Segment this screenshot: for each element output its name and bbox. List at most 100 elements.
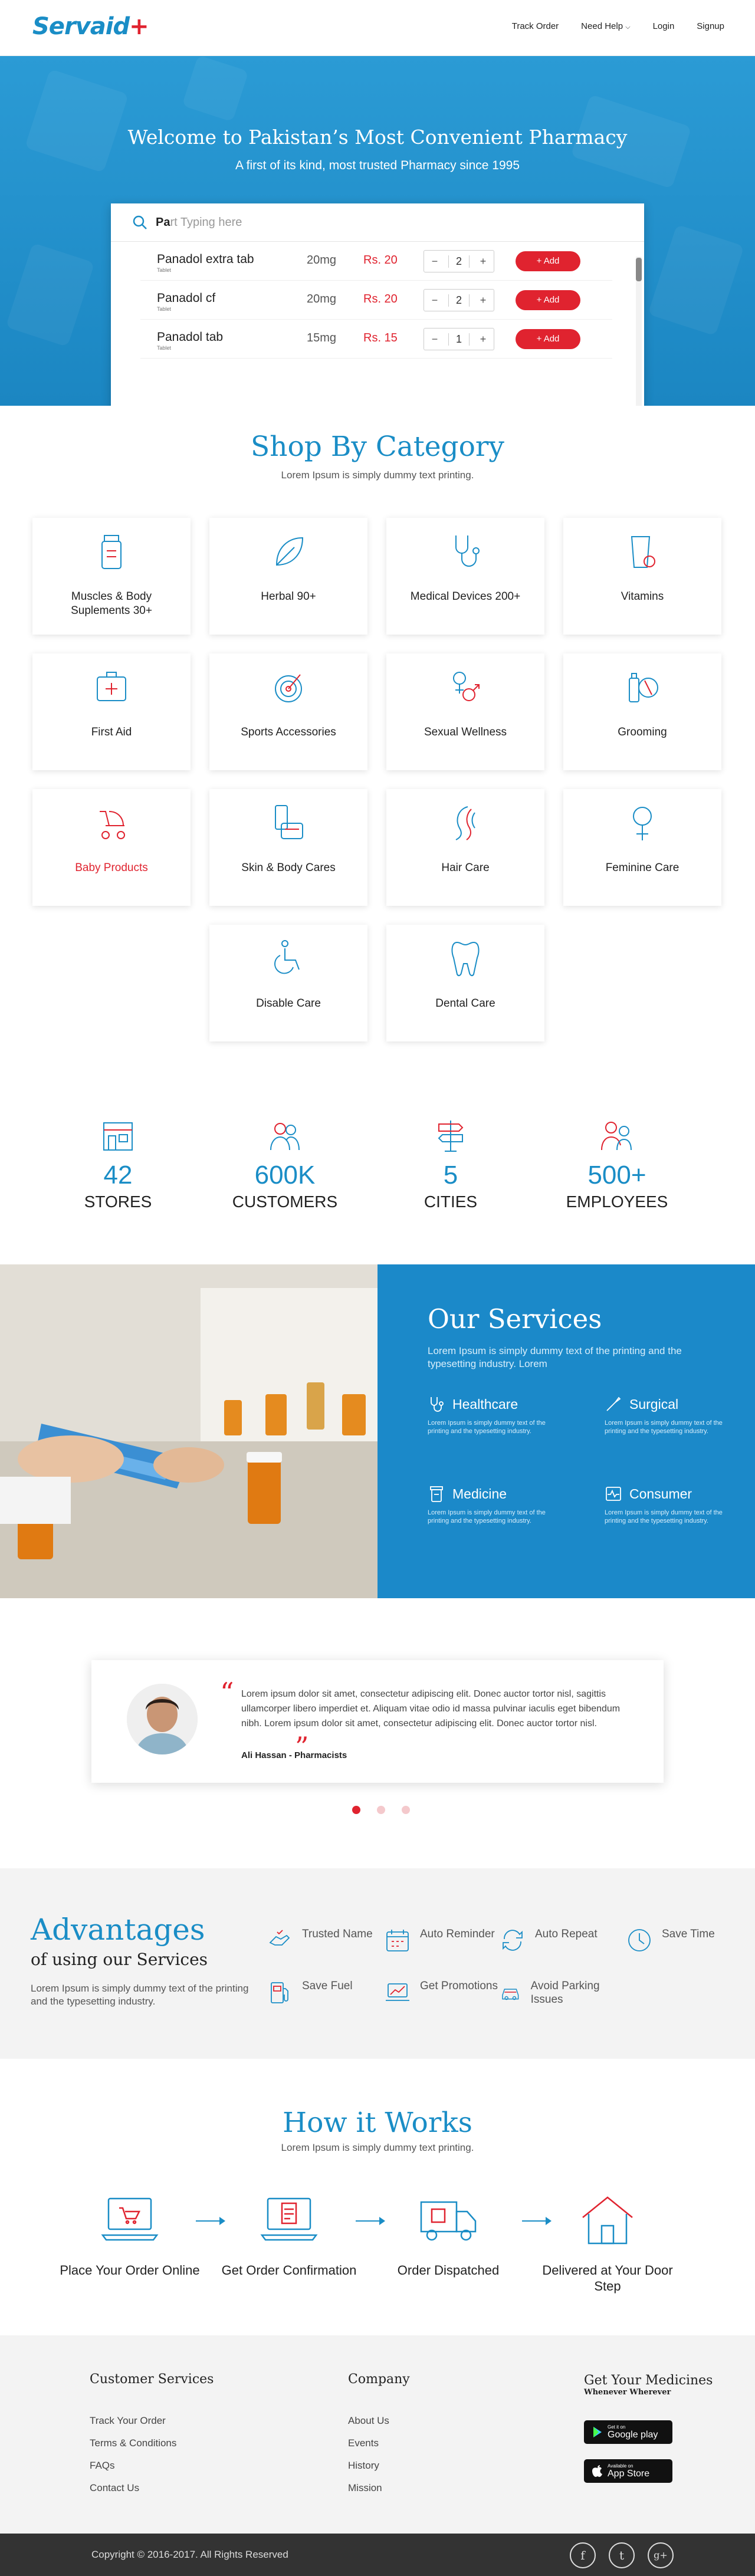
- footer-link-about[interactable]: About Us: [348, 2415, 410, 2427]
- search-result-row[interactable]: Panadol tab Tablet 15mg Rs. 15 −1 + + Add: [140, 320, 612, 359]
- search-result-row[interactable]: Panadol cf Tablet 20mg Rs. 20 −2 + + Add: [140, 281, 612, 320]
- laptop-cart-icon: [101, 2197, 159, 2241]
- first-aid-kit-icon: [97, 672, 126, 701]
- service-consumer[interactable]: Consumer Lorem Ipsum is simply dummy tex…: [605, 1485, 740, 1525]
- plus-button[interactable]: +: [472, 255, 494, 268]
- category-label: Sexual Wellness: [424, 726, 507, 738]
- footer-link-contact[interactable]: Contact Us: [90, 2482, 214, 2494]
- quantity-value[interactable]: 1: [448, 333, 470, 346]
- category-card-first-aid[interactable]: First Aid: [32, 653, 191, 770]
- category-label: Herbal 90+: [261, 590, 316, 603]
- site-header: Servaid+ Track Order Need Help ⌵ Login S…: [0, 0, 755, 56]
- quantity-value[interactable]: 2: [448, 255, 470, 268]
- hero-subtitle: A first of its kind, most trusted Pharma…: [235, 159, 520, 172]
- add-to-cart-button[interactable]: + Add: [516, 329, 580, 349]
- result-strength: 20mg: [307, 254, 337, 267]
- badge-big-text: Google play: [608, 2430, 658, 2440]
- advantages-desc: Lorem Ipsum is simply dummy text of the …: [31, 1983, 249, 2007]
- add-to-cart-button[interactable]: + Add: [516, 251, 580, 271]
- plus-button[interactable]: +: [472, 294, 494, 307]
- carousel-dot[interactable]: [377, 1806, 385, 1814]
- footer-link-history[interactable]: History: [348, 2460, 410, 2472]
- category-card-baby-products[interactable]: Baby Products: [32, 789, 191, 906]
- category-card-dental-care[interactable]: Dental Care: [386, 925, 544, 1041]
- fuel-pump-icon: [271, 1982, 288, 2003]
- carousel-dot[interactable]: [402, 1806, 410, 1814]
- footer-link-terms[interactable]: Terms & Conditions: [90, 2437, 214, 2449]
- carousel-dot[interactable]: [352, 1806, 360, 1814]
- category-card-feminine[interactable]: Feminine Care: [563, 789, 721, 906]
- category-card-sports[interactable]: Sports Accessories: [209, 653, 367, 770]
- result-type: Tablet: [157, 306, 172, 312]
- category-label: Skin & Body Cares: [241, 862, 336, 874]
- minus-button[interactable]: −: [424, 333, 445, 346]
- category-label: Hair Care: [441, 862, 490, 874]
- advantage-auto-repeat: Auto Repeat: [500, 1927, 618, 1953]
- nav-login[interactable]: Login: [653, 21, 675, 31]
- site-logo[interactable]: Servaid+: [32, 13, 149, 40]
- category-label: Muscles & Body Suplements 30+: [71, 590, 152, 617]
- nav-need-help[interactable]: Need Help ⌵: [581, 21, 630, 31]
- category-card-disable-care[interactable]: Disable Care: [209, 925, 367, 1041]
- result-type: Tablet: [157, 267, 172, 273]
- app-store-badge[interactable]: Available on App Store: [584, 2459, 672, 2483]
- quantity-value[interactable]: 2: [448, 294, 470, 307]
- search-input[interactable]: Part Typing here: [111, 203, 644, 242]
- footer-link-faqs[interactable]: FAQs: [90, 2460, 214, 2472]
- twitter-icon[interactable]: t: [609, 2542, 635, 2568]
- category-card-supplements[interactable]: Muscles & Body Suplements 30+: [32, 518, 191, 635]
- category-label: Sports Accessories: [241, 726, 336, 738]
- google-plus-icon[interactable]: g+: [648, 2542, 674, 2568]
- advantage-label: Auto Reminder: [420, 1928, 495, 1940]
- category-card-medical-devices[interactable]: Medical Devices 200+: [386, 518, 544, 635]
- stat-customers: 600K CUSTOMERS: [214, 1117, 356, 1211]
- result-name: Panadol cf: [157, 291, 216, 305]
- footer-link-track-order[interactable]: Track Your Order: [90, 2415, 214, 2427]
- category-label: Feminine Care: [605, 862, 680, 874]
- service-desc: Lorem Ipsum is simply dummy text of the …: [428, 1420, 546, 1435]
- category-label: Grooming: [618, 726, 667, 738]
- advantage-avoid-parking: Avoid Parking Issues: [500, 1979, 618, 2006]
- nav-signup[interactable]: Signup: [697, 21, 724, 31]
- minus-button[interactable]: −: [424, 294, 445, 307]
- car-icon: [502, 1989, 519, 2000]
- google-play-badge[interactable]: Get it on Google play: [584, 2420, 672, 2444]
- minus-button[interactable]: −: [424, 255, 445, 268]
- badge-small-text: Available on: [608, 2463, 633, 2469]
- category-label: Vitamins: [621, 590, 664, 603]
- category-card-sexual-wellness[interactable]: Sexual Wellness: [386, 653, 544, 770]
- footer-apps: Get Your Medicines Whenever Wherever Get…: [584, 2373, 713, 2498]
- service-surgical[interactable]: Surgical Lorem Ipsum is simply dummy tex…: [605, 1395, 740, 1435]
- category-card-grooming[interactable]: Grooming: [563, 653, 721, 770]
- footer-heading: Company: [348, 2372, 410, 2387]
- category-card-vitamins[interactable]: Vitamins: [563, 518, 721, 635]
- results-scroll-thumb[interactable]: [636, 258, 642, 281]
- footer-company: Company About Us Events History Mission: [348, 2372, 410, 2505]
- add-to-cart-button[interactable]: + Add: [516, 290, 580, 310]
- testimonial-text: Lorem ipsum dolor sit amet, consectetur …: [241, 1689, 621, 1729]
- search-result-row[interactable]: Panadol extra tab Tablet 20mg Rs. 20 −2 +…: [140, 242, 612, 281]
- category-label: Disable Care: [256, 997, 321, 1010]
- service-medicine[interactable]: Medicine Lorem Ipsum is simply dummy tex…: [428, 1485, 563, 1525]
- step-delivered: Delivered at Your Door Step: [537, 2194, 678, 2294]
- category-card-hair-care[interactable]: Hair Care: [386, 789, 544, 906]
- category-card-skin-body[interactable]: Skin & Body Cares: [209, 789, 367, 906]
- category-card-herbal[interactable]: Herbal 90+: [209, 518, 367, 635]
- nav-track-order[interactable]: Track Order: [512, 21, 559, 31]
- service-healthcare[interactable]: Healthcare Lorem Ipsum is simply dummy t…: [428, 1395, 563, 1435]
- result-price: Rs. 20: [363, 293, 398, 305]
- quantity-stepper: −2 +: [424, 250, 494, 272]
- footer-link-mission[interactable]: Mission: [348, 2482, 410, 2494]
- pulse-chart-icon: [606, 1487, 621, 1501]
- facebook-icon[interactable]: f: [570, 2542, 596, 2568]
- services-section: Our Services Lorem Ipsum is simply dummy…: [0, 1264, 755, 1598]
- result-price: Rs. 20: [363, 254, 398, 267]
- quantity-stepper: −2 +: [424, 289, 494, 311]
- scalpel-icon: [606, 1397, 621, 1411]
- advantage-save-time: Save Time: [626, 1927, 744, 1953]
- advantages-section: Advantages of using our Services Lorem I…: [0, 1868, 755, 2059]
- advantage-label: Trusted Name: [302, 1928, 373, 1940]
- footer-link-events[interactable]: Events: [348, 2437, 410, 2449]
- plus-button[interactable]: +: [472, 333, 494, 346]
- search-panel: Part Typing here Panadol extra tab Table…: [111, 203, 644, 406]
